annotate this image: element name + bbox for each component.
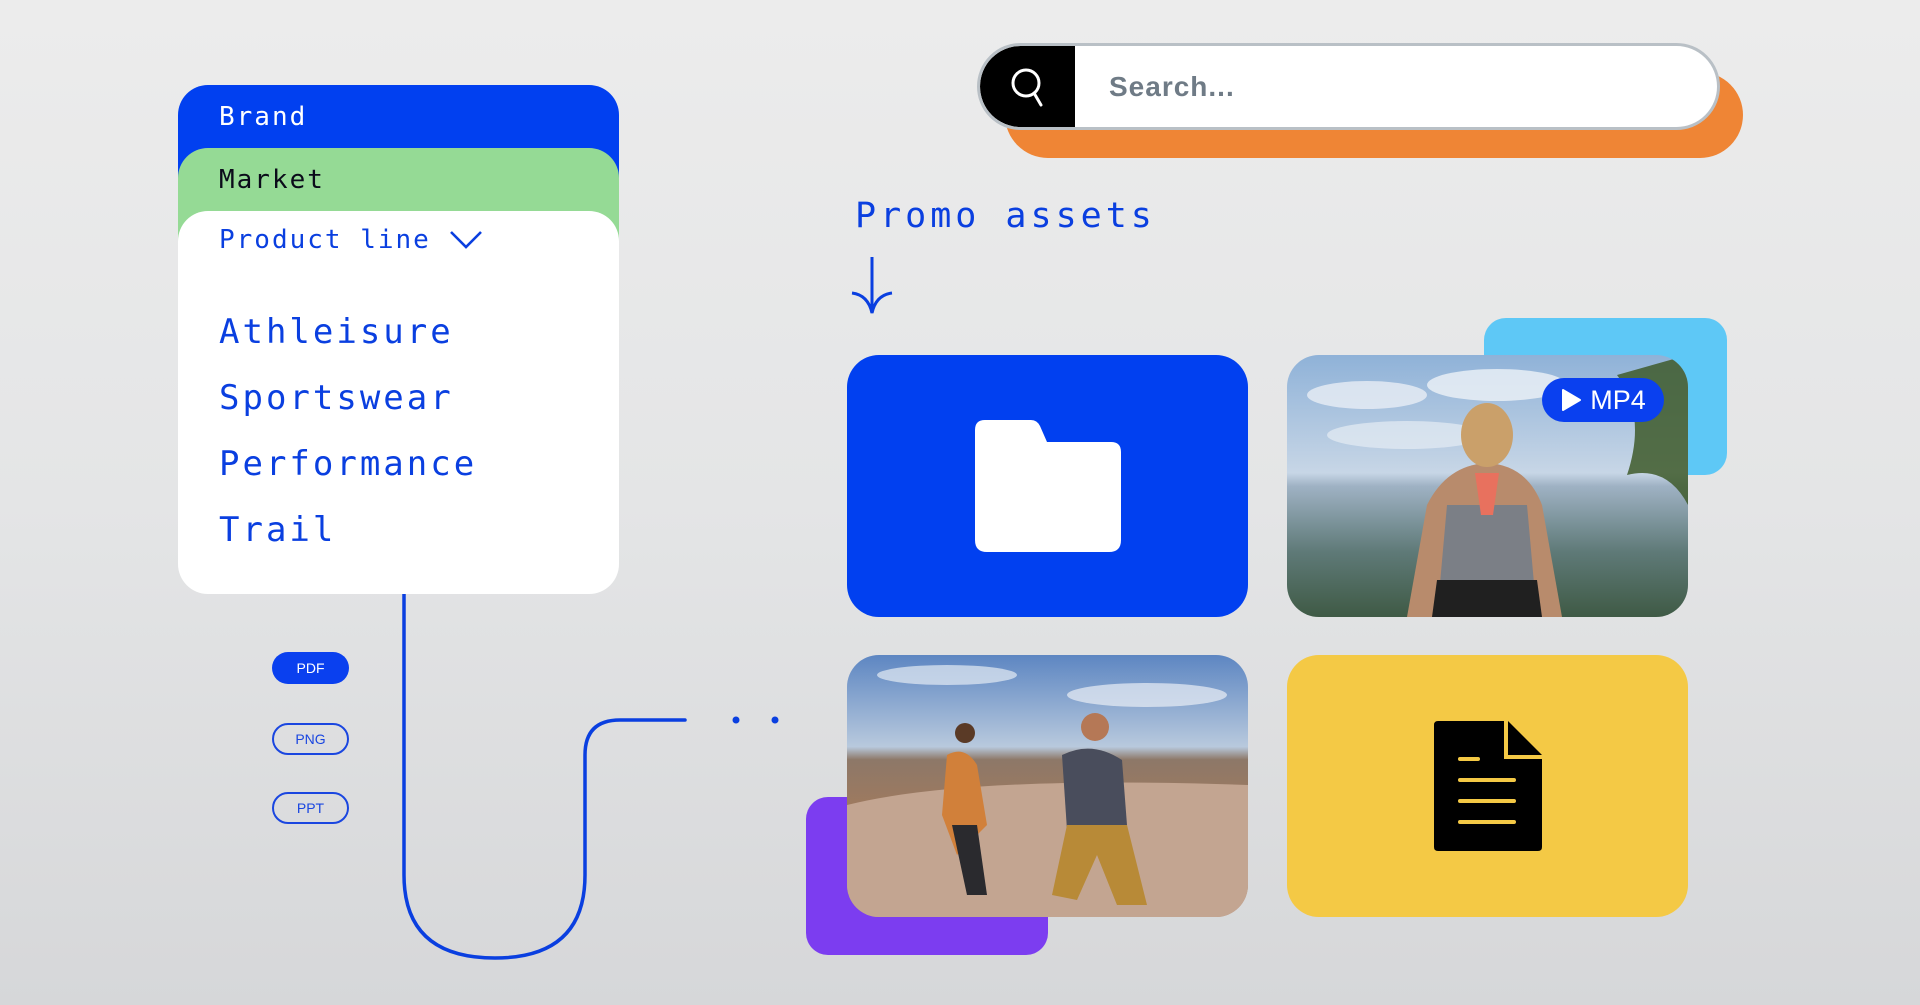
folder-icon	[974, 420, 1121, 552]
product-line-options: Athleisure Sportswear Performance Trail	[219, 299, 477, 563]
image-thumbnail[interactable]	[847, 655, 1248, 917]
option-performance[interactable]: Performance	[219, 431, 477, 497]
photo-trail-runners	[847, 655, 1248, 917]
play-icon	[1562, 389, 1582, 411]
option-sportswear[interactable]: Sportswear	[219, 365, 477, 431]
search-bar	[977, 43, 1720, 130]
file-type-png[interactable]: PNG	[272, 723, 349, 755]
search-button[interactable]	[980, 46, 1075, 127]
search-icon	[1011, 68, 1042, 106]
folder-tile[interactable]	[847, 355, 1248, 617]
product-line-label: Product line	[219, 225, 431, 255]
connector-dot	[771, 716, 779, 724]
file-type-ppt[interactable]: PPT	[272, 792, 349, 824]
document-icon	[1433, 721, 1542, 851]
file-type-pdf[interactable]: PDF	[272, 652, 349, 684]
chevron-down-icon	[449, 231, 482, 249]
arrow-down-icon	[851, 257, 893, 314]
document-tile[interactable]	[1287, 655, 1688, 917]
market-label: Market	[219, 165, 325, 195]
promo-assets-heading: Promo assets	[855, 196, 1156, 236]
search-input[interactable]	[1075, 46, 1717, 127]
video-format-badge: MP4	[1542, 378, 1664, 422]
video-format-label: MP4	[1590, 384, 1646, 415]
product-line-dropdown: Product line Athleisure Sportswear Perfo…	[178, 211, 619, 594]
option-athleisure[interactable]: Athleisure	[219, 299, 477, 365]
option-trail[interactable]: Trail	[219, 497, 477, 563]
product-line-toggle[interactable]: Product line	[219, 225, 483, 255]
brand-label: Brand	[219, 102, 308, 132]
connector-dot	[732, 716, 740, 724]
filter-card: Brand Market Product line Athleisure Spo…	[178, 85, 619, 594]
